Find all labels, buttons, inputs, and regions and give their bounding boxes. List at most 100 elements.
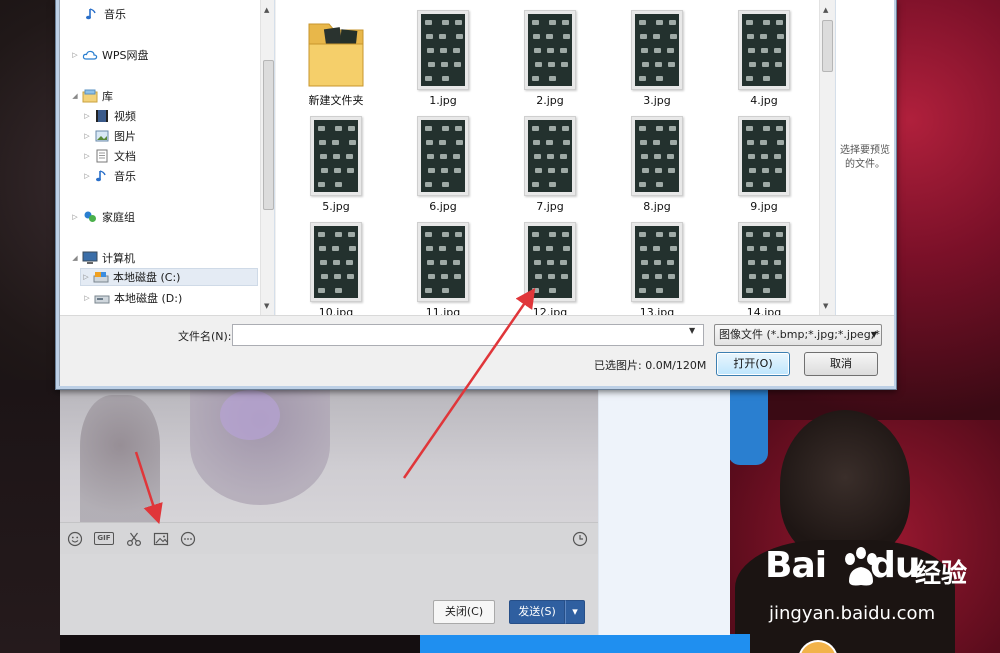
selected-size-info: 已选图片: 0.0M/120M	[594, 359, 707, 372]
nav-item-label: 家庭组	[102, 211, 135, 224]
navigation-scrollbar[interactable]: ▲ ▼	[260, 0, 274, 315]
image-thumbnail	[738, 10, 790, 90]
file-item[interactable]: 4.jpg	[724, 10, 804, 107]
file-item[interactable]: 10.jpg	[296, 222, 376, 315]
file-name-label: 3.jpg	[643, 94, 671, 107]
send-options-button[interactable]: ▾	[565, 600, 585, 624]
clock-icon[interactable]	[572, 531, 588, 547]
file-item[interactable]: 13.jpg	[617, 222, 697, 315]
more-icon[interactable]	[180, 531, 196, 547]
nav-item-label: 音乐	[104, 8, 126, 21]
file-item[interactable]: 5.jpg	[296, 116, 376, 213]
nav-item-drive-c[interactable]: ▷ 本地磁盘 (C:)	[80, 268, 258, 286]
file-item[interactable]: 14.jpg	[724, 222, 804, 315]
image-thumbnail	[524, 222, 576, 302]
nav-item-label: 文档	[114, 150, 136, 163]
collapse-arrow-icon[interactable]: ◢	[70, 254, 80, 262]
file-item[interactable]: 2.jpg	[510, 10, 590, 107]
file-name-label: 6.jpg	[429, 200, 457, 213]
close-button[interactable]: 关闭(C)	[433, 600, 495, 624]
expand-arrow-icon[interactable]: ▷	[82, 172, 92, 180]
filename-label: 文件名(N):	[178, 330, 232, 343]
nav-item-computer[interactable]: ◢ 计算机	[70, 249, 135, 267]
nav-item-label: WPS网盘	[102, 49, 149, 62]
nav-item-wps-cloud[interactable]: ▷ WPS网盘	[70, 46, 149, 64]
chat-side-panel	[598, 385, 730, 635]
navigation-pane: 音乐 ▷ WPS网盘 ◢ 库 ▷ 视频 ▷ 图片 ▷ 文档 ▷ 音乐 ▷ 家庭组…	[60, 0, 275, 315]
chat-toolbar: GIF	[60, 522, 598, 554]
collapse-arrow-icon[interactable]: ◢	[70, 92, 80, 100]
file-list-scrollbar[interactable]: ▲ ▼	[819, 0, 834, 315]
file-name-label: 13.jpg	[639, 306, 675, 315]
emoji-icon[interactable]	[67, 531, 83, 547]
file-item[interactable]: 6.jpg	[403, 116, 483, 213]
nav-item-label: 本地磁盘 (D:)	[114, 292, 183, 305]
file-item[interactable]: 8.jpg	[617, 116, 697, 213]
send-button[interactable]: 发送(S)	[509, 600, 565, 624]
scroll-up-icon[interactable]: ▲	[823, 6, 828, 14]
expand-arrow-icon[interactable]: ▷	[81, 273, 91, 281]
folder-item[interactable]: 新建文件夹	[296, 10, 376, 108]
file-item[interactable]: 9.jpg	[724, 116, 804, 213]
background-blue-strip	[420, 634, 750, 653]
expand-arrow-icon[interactable]: ▷	[82, 152, 92, 160]
file-item[interactable]: 3.jpg	[617, 10, 697, 107]
file-name-label: 12.jpg	[532, 306, 568, 315]
nav-item-music-top[interactable]: 音乐	[82, 5, 126, 23]
file-name-label: 7.jpg	[536, 200, 564, 213]
picture-icon	[94, 129, 110, 143]
expand-arrow-icon[interactable]: ▷	[82, 132, 92, 140]
filetype-select[interactable]: 图像文件 (*.bmp;*.jpg;*.jpeg;* ▼	[714, 324, 882, 346]
image-thumbnail	[310, 116, 362, 196]
image-thumbnail	[738, 222, 790, 302]
filename-dropdown-icon[interactable]: ▼	[689, 326, 695, 335]
nav-item-documents[interactable]: ▷ 文档	[82, 147, 136, 165]
nav-item-library[interactable]: ◢ 库	[70, 87, 113, 105]
cloud-icon	[82, 48, 98, 62]
file-name-label: 14.jpg	[746, 306, 782, 315]
scroll-down-icon[interactable]: ▼	[823, 302, 828, 310]
file-name-label: 9.jpg	[750, 200, 778, 213]
chat-window: GIF 关闭(C) 发送(S) ▾	[60, 385, 730, 635]
expand-arrow-icon[interactable]: ▷	[70, 51, 80, 59]
nav-item-music[interactable]: ▷ 音乐	[82, 167, 136, 185]
gif-icon[interactable]: GIF	[94, 532, 114, 545]
file-open-dialog: 音乐 ▷ WPS网盘 ◢ 库 ▷ 视频 ▷ 图片 ▷ 文档 ▷ 音乐 ▷ 家庭组…	[55, 0, 897, 390]
file-name-label: 5.jpg	[322, 200, 350, 213]
nav-item-label: 图片	[114, 130, 136, 143]
expand-arrow-icon[interactable]: ▷	[70, 213, 80, 221]
image-thumbnail	[310, 222, 362, 302]
filename-input[interactable]	[232, 324, 704, 346]
file-name-label: 10.jpg	[318, 306, 354, 315]
file-item[interactable]: 11.jpg	[403, 222, 483, 315]
nav-item-label: 库	[102, 90, 113, 103]
scrollbar-thumb[interactable]	[263, 60, 274, 210]
file-item[interactable]: 1.jpg	[403, 10, 483, 107]
file-name-label: 8.jpg	[643, 200, 671, 213]
scissors-icon[interactable]	[126, 531, 142, 547]
background-person-shirt	[728, 385, 768, 465]
chat-photo-shape	[80, 395, 160, 522]
cancel-button[interactable]: 取消	[804, 352, 878, 376]
image-thumbnail	[417, 116, 469, 196]
open-button[interactable]: 打开(O)	[716, 352, 790, 376]
nav-item-drive-d[interactable]: ▷ 本地磁盘 (D:)	[82, 289, 182, 307]
file-list: 新建文件夹 1.jpg 2.jpg 3.jpg 4.jpg 5.jpg 6.jpg 7.jpg…	[276, 0, 819, 315]
scroll-down-icon[interactable]: ▼	[264, 302, 269, 310]
expand-arrow-icon[interactable]: ▷	[82, 294, 92, 302]
nav-item-label: 视频	[114, 110, 136, 123]
computer-icon	[82, 251, 98, 265]
file-item[interactable]: 7.jpg	[510, 116, 590, 213]
image-icon[interactable]	[153, 531, 169, 547]
nav-item-video[interactable]: ▷ 视频	[82, 107, 136, 125]
file-name-label: 1.jpg	[429, 94, 457, 107]
nav-item-pictures[interactable]: ▷ 图片	[82, 127, 136, 145]
image-thumbnail	[631, 116, 683, 196]
scroll-up-icon[interactable]: ▲	[264, 6, 269, 14]
scrollbar-thumb[interactable]	[822, 20, 833, 72]
file-name-label: 2.jpg	[536, 94, 564, 107]
expand-arrow-icon[interactable]: ▷	[82, 112, 92, 120]
watermark-url: jingyan.baidu.com	[769, 603, 936, 624]
file-item[interactable]: 12.jpg	[510, 222, 590, 315]
nav-item-homegroup[interactable]: ▷ 家庭组	[70, 208, 135, 226]
